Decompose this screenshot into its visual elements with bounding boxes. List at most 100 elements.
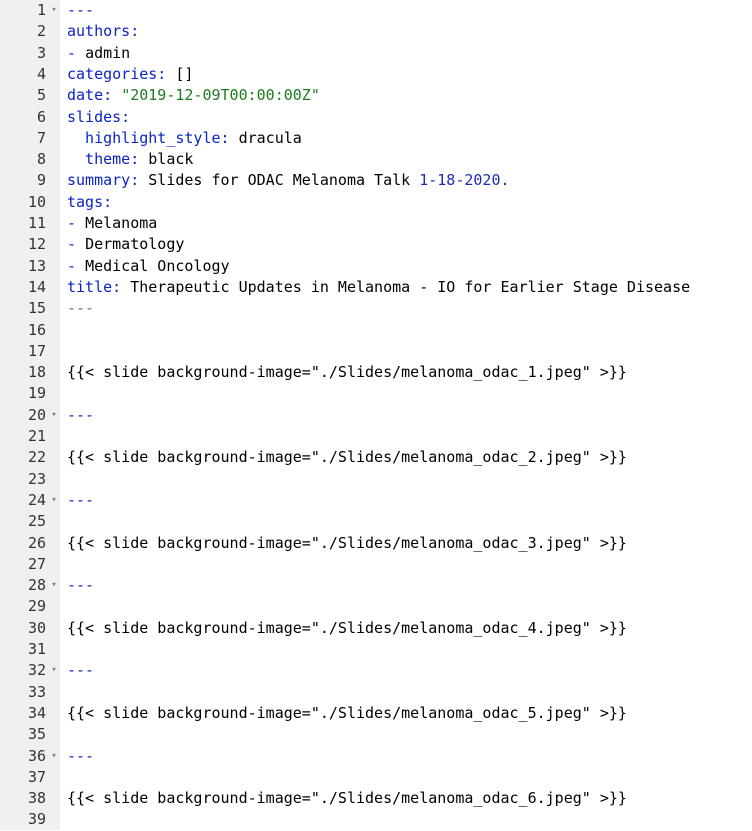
- code-line[interactable]: 34 {{< slide background-image="./Slides/m…: [0, 703, 752, 724]
- fold-arrow-icon[interactable]: ▾: [49, 575, 59, 596]
- line-code: theme: black: [67, 149, 193, 170]
- line-code: {{< slide background-image="./Slides/mel…: [67, 703, 627, 724]
- code-token: {{< slide background-image="./Slides/mel…: [67, 789, 627, 808]
- code-line[interactable]: 31: [0, 639, 752, 660]
- code-token: -: [67, 43, 86, 62]
- code-token: theme:: [67, 150, 140, 169]
- code-line[interactable]: 20 ▾ ---: [0, 405, 752, 426]
- code-line[interactable]: 18 {{< slide background-image="./Slides/m…: [0, 362, 752, 383]
- code-token: Therapeutic Updates in Melanoma - IO for…: [121, 277, 691, 296]
- line-number: 12: [27, 235, 46, 254]
- code-line[interactable]: 1 ▾ ---: [0, 0, 752, 21]
- code-line[interactable]: 28 ▾ ---: [0, 575, 752, 596]
- code-line[interactable]: 37: [0, 767, 752, 788]
- code-line[interactable]: 26 {{< slide background-image="./Slides/m…: [0, 533, 752, 554]
- line-number: 33: [27, 682, 46, 701]
- code-token: 1-18-2020.: [419, 171, 510, 190]
- code-line[interactable]: 19: [0, 383, 752, 404]
- line-code: title: Therapeutic Updates in Melanoma -…: [67, 277, 690, 298]
- line-number: 8: [36, 150, 46, 169]
- code-line[interactable]: 36 ▾ ---: [0, 746, 752, 767]
- code-line[interactable]: 13 - Medical Oncology: [0, 256, 752, 277]
- line-code: - Melanoma: [67, 213, 157, 234]
- line-code: ---: [67, 405, 94, 426]
- code-token: ---: [67, 490, 95, 509]
- line-number: 14: [27, 277, 46, 296]
- line-number: 32: [27, 661, 46, 680]
- code-token: title:: [67, 277, 122, 296]
- code-line[interactable]: 33: [0, 682, 752, 703]
- code-token: -: [67, 214, 86, 232]
- code-line[interactable]: 8 theme: black: [0, 149, 752, 170]
- code-line[interactable]: 29: [0, 596, 752, 617]
- code-token: black: [139, 150, 194, 169]
- code-line[interactable]: 6 slides:: [0, 107, 752, 128]
- code-token: ---: [67, 576, 95, 595]
- line-number: 35: [27, 725, 46, 744]
- code-line[interactable]: 14 title: Therapeutic Updates in Melanoma…: [0, 277, 752, 298]
- code-line[interactable]: 27: [0, 554, 752, 575]
- line-code: ---: [67, 660, 94, 681]
- code-line[interactable]: 24 ▾ ---: [0, 490, 752, 511]
- code-line[interactable]: 17: [0, 341, 752, 362]
- line-number: 22: [27, 448, 46, 467]
- code-line[interactable]: 22 {{< slide background-image="./Slides/m…: [0, 447, 752, 468]
- code-line[interactable]: 39: [0, 809, 752, 830]
- line-number: 28: [27, 576, 46, 595]
- code-line[interactable]: 35: [0, 724, 752, 745]
- fold-arrow-icon[interactable]: ▾: [49, 490, 59, 511]
- code-token: {{< slide background-image="./Slides/mel…: [67, 618, 627, 637]
- fold-arrow-icon[interactable]: ▾: [49, 405, 59, 426]
- code-line[interactable]: 11 - Melanoma: [0, 213, 752, 234]
- code-line[interactable]: 16: [0, 320, 752, 341]
- code-line[interactable]: 15 ---: [0, 298, 752, 319]
- line-code: {{< slide background-image="./Slides/mel…: [67, 533, 627, 554]
- line-number: 24: [27, 490, 46, 509]
- fold-arrow-icon[interactable]: ▾: [49, 0, 59, 21]
- line-code: ---: [67, 575, 94, 596]
- code-line[interactable]: 9 summary: Slides for ODAC Melanoma Talk …: [0, 170, 752, 191]
- code-line[interactable]: 2 authors:: [0, 21, 752, 42]
- line-code: categories: []: [67, 64, 193, 85]
- line-code: - Medical Oncology: [67, 256, 230, 277]
- line-number: 27: [27, 554, 46, 573]
- code-line[interactable]: 7 highlight_style: dracula: [0, 128, 752, 149]
- code-line[interactable]: 21: [0, 426, 752, 447]
- code-line[interactable]: 5 date: "2019-12-09T00:00:00Z": [0, 85, 752, 106]
- code-line[interactable]: 25: [0, 511, 752, 532]
- line-number: 11: [27, 214, 46, 232]
- fold-arrow-icon[interactable]: ▾: [49, 746, 59, 767]
- code-token: date:: [67, 86, 113, 105]
- line-code: - Dermatology: [67, 234, 184, 255]
- code-line[interactable]: 3 - admin: [0, 43, 752, 64]
- line-code: {{< slide background-image="./Slides/mel…: [67, 447, 627, 468]
- line-number: 4: [36, 64, 46, 83]
- line-number: 26: [27, 533, 46, 552]
- code-line[interactable]: 23: [0, 469, 752, 490]
- line-number: 29: [27, 597, 46, 616]
- line-number: 2: [36, 22, 46, 41]
- line-code: ---: [67, 490, 94, 511]
- code-line[interactable]: 4 categories: []: [0, 64, 752, 85]
- fold-arrow-icon[interactable]: ▾: [49, 660, 59, 681]
- code-line[interactable]: 10 tags:: [0, 192, 752, 213]
- line-number: 36: [27, 746, 46, 765]
- code-token: categories:: [67, 64, 167, 83]
- code-line[interactable]: 30 {{< slide background-image="./Slides/m…: [0, 618, 752, 639]
- line-code: {{< slide background-image="./Slides/mel…: [67, 788, 627, 809]
- code-token: -: [67, 235, 86, 254]
- line-code: authors:: [67, 21, 139, 42]
- line-code: tags:: [67, 192, 112, 213]
- line-number: 16: [27, 320, 46, 339]
- line-number: 37: [27, 767, 46, 786]
- line-number: 25: [27, 512, 46, 531]
- code-editor[interactable]: 1 ▾ --- 2 authors: 3- admin 4 categories: [] 5 da…: [0, 0, 752, 830]
- code-token: admin: [85, 43, 131, 62]
- code-line[interactable]: 38 {{< slide background-image="./Slides/m…: [0, 788, 752, 809]
- code-token: Melanoma: [85, 214, 158, 232]
- code-line[interactable]: 12 - Dermatology: [0, 234, 752, 255]
- line-code: {{< slide background-image="./Slides/mel…: [67, 618, 627, 639]
- code-line[interactable]: 32 ▾ ---: [0, 660, 752, 681]
- code-token: {{< slide background-image="./Slides/mel…: [67, 533, 627, 552]
